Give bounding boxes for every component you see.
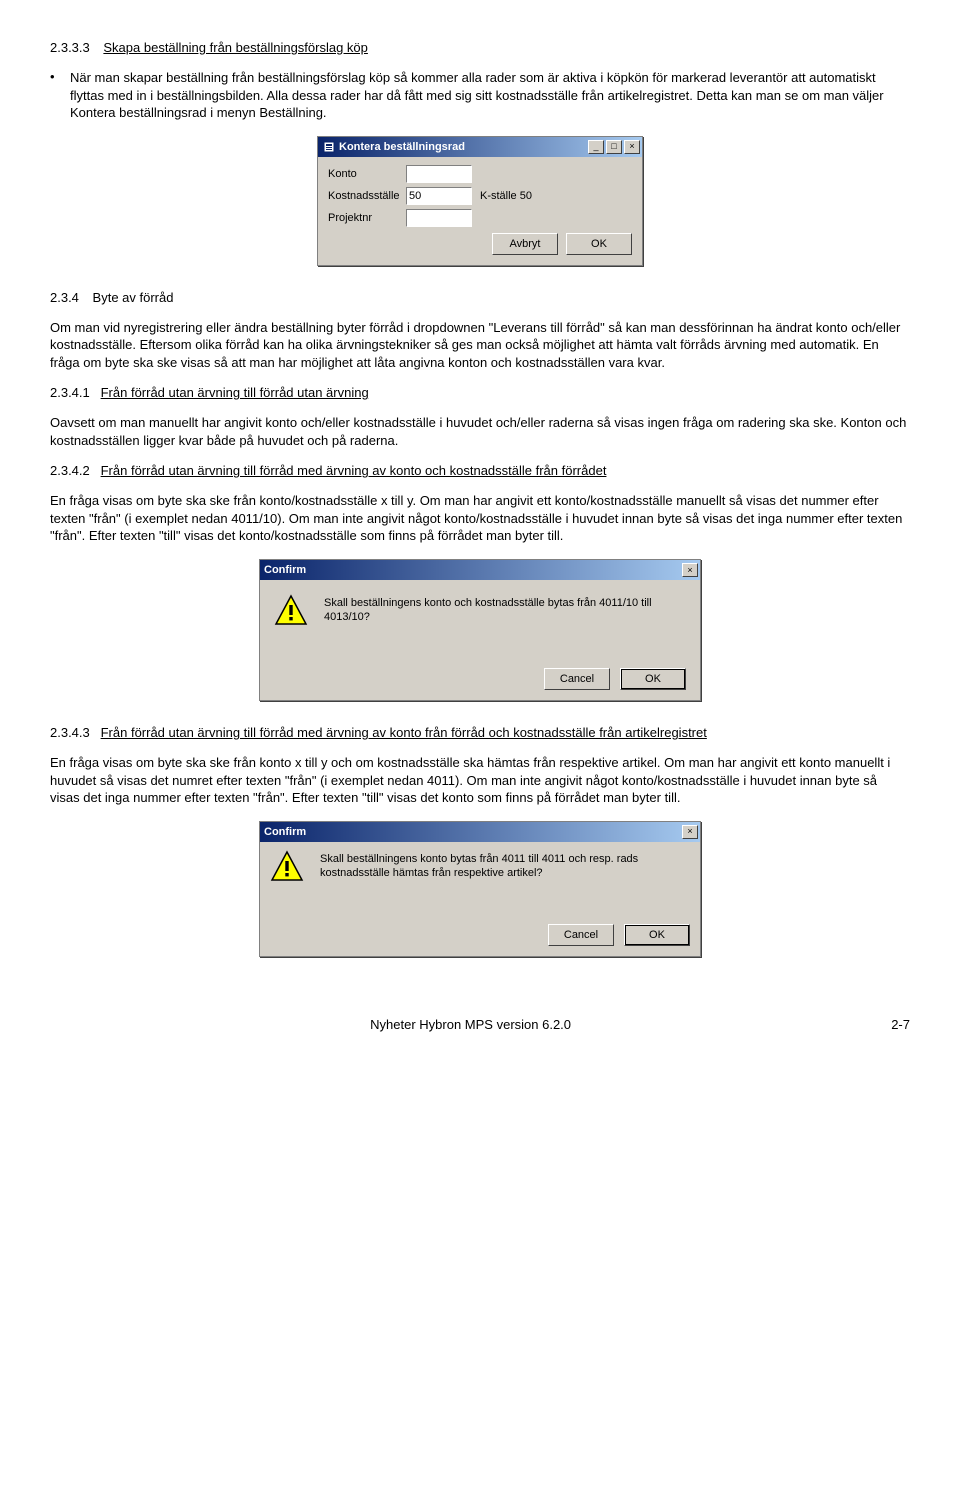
dialog-title: Confirm: [264, 564, 680, 576]
dialog-title: Kontera beställningsrad: [339, 141, 586, 153]
bullet-list: • När man skapar beställning från bestäl…: [50, 69, 910, 122]
input-projektnr[interactable]: [406, 209, 472, 227]
dialog-body: Skall beställningens konto bytas från 40…: [260, 842, 700, 956]
footer-center: Nyheter Hybron MPS version 6.2.0: [370, 1017, 571, 1032]
page-footer: Nyheter Hybron MPS version 6.2.0 2-7: [50, 1017, 910, 1032]
kst-name: K-ställe 50: [480, 190, 532, 202]
cancel-button[interactable]: Cancel: [548, 924, 614, 946]
row-kostnadsstalle: Kostnadsställe 50 K-ställe 50: [328, 187, 632, 205]
heading-2343: 2.3.4.3 Från förråd utan ärvning till fö…: [50, 725, 910, 740]
heading-title: Från förråd utan ärvning till förråd med…: [101, 725, 707, 740]
input-konto[interactable]: [406, 165, 472, 183]
button-row: Avbryt OK: [328, 233, 632, 255]
footer-page: 2-7: [891, 1017, 910, 1032]
ok-button[interactable]: OK: [624, 924, 690, 946]
minimize-button[interactable]: _: [588, 140, 604, 154]
heading-2341: 2.3.4.1 Från förråd utan ärvning till fö…: [50, 385, 910, 400]
warning-icon: [274, 594, 308, 628]
maximize-button[interactable]: □: [606, 140, 622, 154]
close-button[interactable]: ×: [624, 140, 640, 154]
avbryt-button[interactable]: Avbryt: [492, 233, 558, 255]
app-icon: [322, 140, 336, 154]
heading-number: 2.3.4.1: [50, 385, 90, 400]
close-button[interactable]: ×: [682, 563, 698, 577]
button-row: Cancel OK: [274, 668, 686, 690]
input-kostnadsstalle[interactable]: 50: [406, 187, 472, 205]
cancel-button[interactable]: Cancel: [544, 668, 610, 690]
heading-title: Skapa beställning från beställningsförsl…: [103, 40, 368, 55]
paragraph: En fråga visas om byte ska ske från kont…: [50, 492, 910, 545]
dialog-kontera: Kontera beställningsrad _ □ × Konto Kost…: [317, 136, 643, 266]
heading-2333: 2.3.3.3 Skapa beställning från beställni…: [50, 40, 910, 55]
close-button[interactable]: ×: [682, 825, 698, 839]
titlebar: Confirm ×: [260, 560, 700, 580]
heading-2342: 2.3.4.2 Från förråd utan ärvning till fö…: [50, 463, 910, 478]
paragraph: En fråga visas om byte ska ske från kont…: [50, 754, 910, 807]
dialog-confirm-1: Confirm × Skall beställningens konto och…: [259, 559, 701, 701]
bullet-dot: •: [50, 69, 70, 122]
heading-number: 2.3.4.3: [50, 725, 90, 740]
bullet-item: • När man skapar beställning från bestäl…: [50, 69, 910, 122]
bullet-text: När man skapar beställning från beställn…: [70, 69, 910, 122]
dialog-title: Confirm: [264, 826, 680, 838]
warning-icon: [270, 850, 304, 884]
button-row: Cancel OK: [270, 924, 690, 946]
heading-title: Byte av förråd: [93, 290, 174, 305]
heading-number: 2.3.3.3: [50, 40, 90, 55]
row-projektnr: Projektnr: [328, 209, 632, 227]
ok-button[interactable]: OK: [620, 668, 686, 690]
heading-234: 2.3.4 Byte av förråd: [50, 290, 910, 305]
paragraph: Oavsett om man manuellt har angivit kont…: [50, 414, 910, 449]
row-konto: Konto: [328, 165, 632, 183]
ok-button[interactable]: OK: [566, 233, 632, 255]
label-konto: Konto: [328, 168, 406, 180]
titlebar: Kontera beställningsrad _ □ ×: [318, 137, 642, 157]
heading-number: 2.3.4.2: [50, 463, 90, 478]
confirm-row: Skall beställningens konto och kostnadss…: [274, 594, 686, 628]
heading-title: Från förråd utan ärvning till förråd uta…: [101, 385, 369, 400]
heading-number: 2.3.4: [50, 290, 79, 305]
dialog-confirm-2: Confirm × Skall beställningens konto byt…: [259, 821, 701, 957]
dialog-body: Konto Kostnadsställe 50 K-ställe 50 Proj…: [318, 157, 642, 265]
label-kostnadsstalle: Kostnadsställe: [328, 190, 406, 202]
confirm-message: Skall beställningens konto bytas från 40…: [320, 850, 690, 881]
titlebar: Confirm ×: [260, 822, 700, 842]
confirm-row: Skall beställningens konto bytas från 40…: [270, 850, 690, 884]
dialog-body: Skall beställningens konto och kostnadss…: [260, 580, 700, 700]
heading-title: Från förråd utan ärvning till förråd med…: [101, 463, 607, 478]
paragraph: Om man vid nyregistrering eller ändra be…: [50, 319, 910, 372]
confirm-message: Skall beställningens konto och kostnadss…: [324, 594, 686, 625]
label-projektnr: Projektnr: [328, 212, 406, 224]
